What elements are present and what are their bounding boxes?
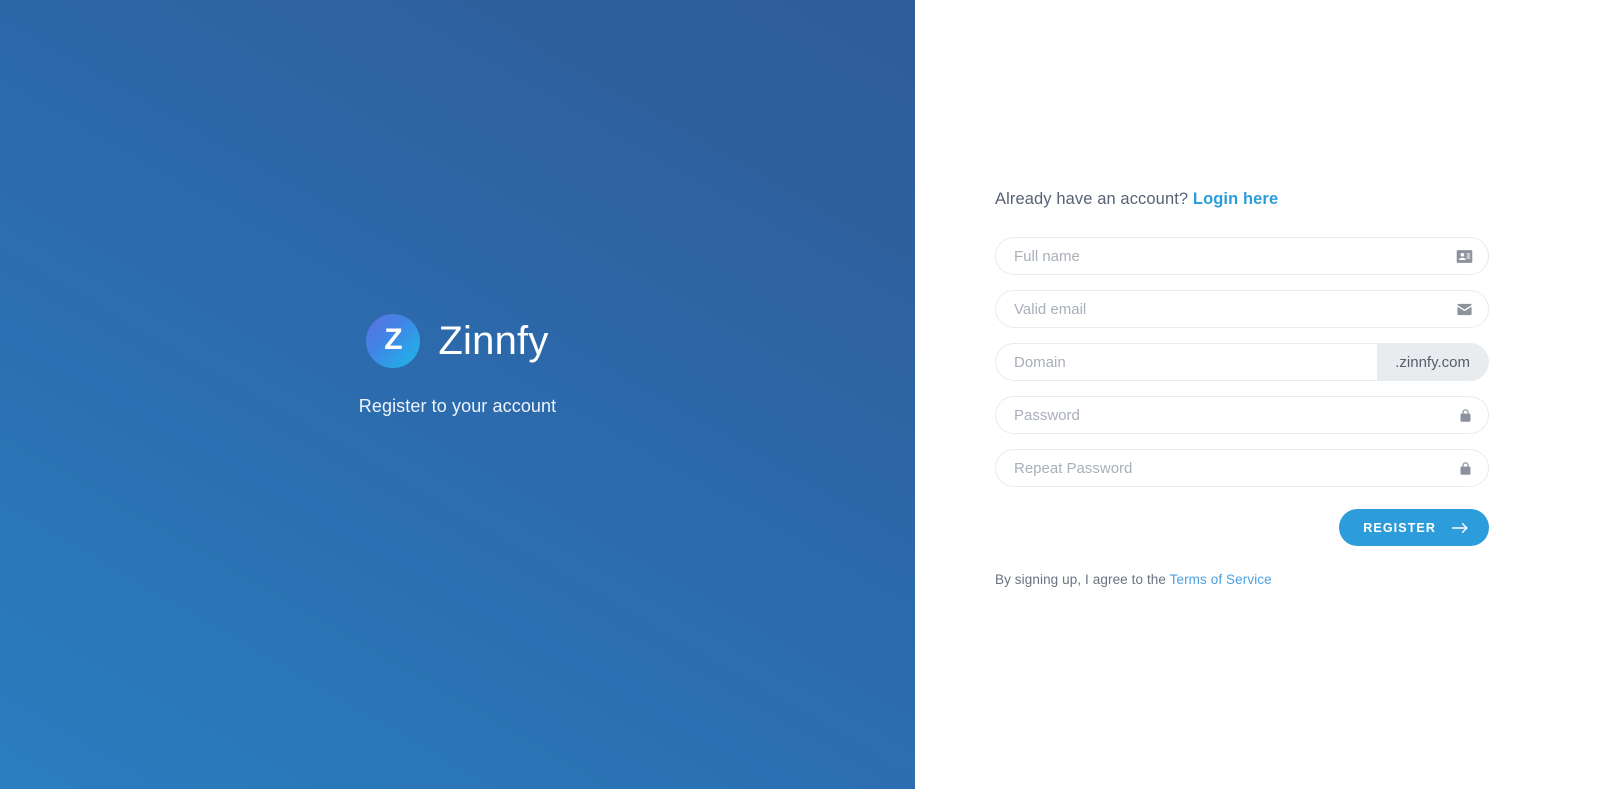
form-actions: REGISTER [995, 509, 1489, 546]
account-prompt-line: Already have an account? Login here [995, 190, 1489, 209]
terms-of-service-link[interactable]: Terms of Service [1170, 572, 1272, 587]
field-email [995, 290, 1489, 328]
email-input[interactable] [995, 290, 1489, 328]
field-password [995, 396, 1489, 434]
form-panel: Already have an account? Login here Full… [915, 0, 1599, 789]
terms-line: By signing up, I agree to the Terms of S… [995, 572, 1489, 587]
brand-name: Zinnfy [438, 319, 549, 363]
register-button-label: REGISTER [1363, 520, 1436, 535]
register-form: Already have an account? Login here Full… [995, 190, 1489, 587]
logo-letter: Z [384, 323, 403, 356]
full-name-input[interactable] [995, 237, 1489, 275]
brand-content: Z Zinnfy Register to your account [359, 314, 557, 417]
brand-panel: Z Zinnfy Register to your account [0, 0, 915, 789]
field-full-name [995, 237, 1489, 275]
account-prompt-text: Already have an account? [995, 190, 1189, 208]
login-here-link[interactable]: Login here [1193, 190, 1278, 208]
terms-prefix-text: By signing up, I agree to the [995, 572, 1170, 587]
password-input[interactable] [995, 396, 1489, 434]
domain-suffix-addon: .zinnfy.com [1377, 343, 1489, 381]
repeat-password-input[interactable] [995, 449, 1489, 487]
field-repeat-password [995, 449, 1489, 487]
register-button[interactable]: REGISTER [1339, 509, 1489, 546]
brand-subtitle: Register to your account [358, 396, 557, 416]
arrow-right-icon [1452, 522, 1469, 534]
domain-input[interactable] [995, 343, 1378, 381]
register-page: Z Zinnfy Register to your account Alread… [0, 0, 1599, 789]
zinnfy-logo-circle-icon: Z [366, 314, 421, 368]
logo-lockup: Z Zinnfy [359, 314, 557, 368]
field-domain: .zinnfy.com [995, 343, 1489, 381]
